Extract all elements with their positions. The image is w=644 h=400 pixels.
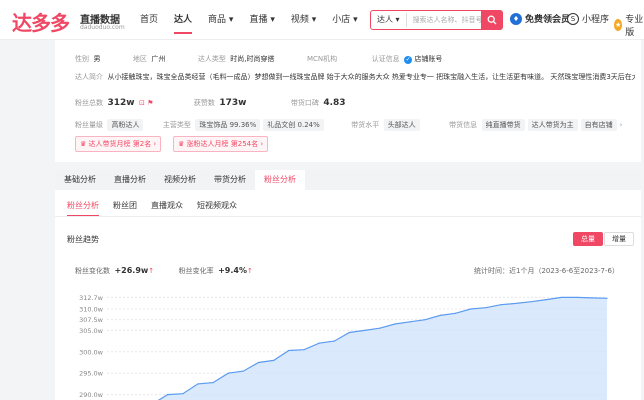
nav-item-video[interactable]: 视频 ▾: [283, 0, 324, 40]
data-point[interactable]: [318, 342, 320, 344]
tab-basic[interactable]: 基础分析: [55, 170, 105, 190]
stat-period: 统计时间：近1个月（2023-6-6至2023-7-6）: [473, 267, 619, 275]
data-point[interactable]: [394, 323, 396, 325]
data-point[interactable]: [500, 304, 502, 306]
subtab-live-audience[interactable]: 直播观众: [151, 200, 183, 217]
y-tick-label: 312.7w: [79, 294, 104, 302]
profile-intro-row: 达人简介 从小接触珠宝，珠宝全品类经营（毛料一成品）梦想做到一线珠宝品牌 始于大…: [75, 73, 635, 81]
main-nav: 首页 达人 商品 ▾ 直播 ▾ 视频 ▾ 小店 ▾ 品牌 ▾: [132, 0, 407, 40]
data-point[interactable]: [545, 298, 547, 301]
logo-url: daduoduo.com: [80, 24, 125, 31]
fans-trend-chart[interactable]: 312.7w 310.0w 307.5w 305.0w 300.0w 295.0w 290.…: [55, 282, 641, 400]
data-point[interactable]: [485, 307, 487, 309]
arrow-up-icon: ↑: [148, 267, 155, 275]
profile-tags-row: 粉丝量级 高粉达人 主营类型 珠宝饰品 99.36% 礼品文创 0.24% 带货水…: [75, 119, 623, 131]
nav-item-goods[interactable]: 商品 ▾: [200, 0, 241, 40]
tab-fans[interactable]: 粉丝分析: [255, 170, 305, 190]
data-point[interactable]: [379, 327, 381, 329]
logo[interactable]: 达多多: [12, 7, 70, 36]
nav-item-live[interactable]: 直播 ▾: [241, 0, 282, 40]
rank-badge-goods[interactable]: ♛ 达人带货月榜 第2名 ›: [75, 136, 162, 152]
data-point[interactable]: [454, 312, 457, 314]
data-point[interactable]: [288, 349, 290, 352]
data-point[interactable]: [530, 301, 532, 303]
data-point[interactable]: [182, 393, 184, 395]
data-point[interactable]: [591, 297, 593, 299]
toggle-total-button[interactable]: 总量: [573, 232, 603, 246]
data-point[interactable]: [470, 308, 472, 310]
analysis-tabs: 基础分析 直播分析 视频分析 带货分析 粉丝分析: [55, 170, 641, 190]
data-point[interactable]: [197, 383, 199, 385]
mini-program-icon: S: [567, 12, 579, 25]
fans-trend-title: 粉丝趋势: [67, 235, 99, 244]
divider: [55, 216, 641, 217]
y-tick-label: 310.0w: [79, 305, 104, 313]
crown-icon: ♛: [80, 140, 87, 148]
gift-icon: ♦: [510, 12, 522, 25]
data-point[interactable]: [424, 319, 426, 321]
nav-item-shop[interactable]: 小店 ▾: [324, 0, 365, 40]
data-point[interactable]: [273, 359, 275, 361]
flag-icon[interactable]: ⚑: [147, 99, 153, 107]
subtab-video-audience[interactable]: 短视频观众: [197, 200, 237, 217]
y-tick-label: 290.0w: [79, 391, 104, 399]
data-point[interactable]: [576, 296, 578, 299]
data-point[interactable]: [606, 297, 608, 299]
data-point[interactable]: [560, 296, 563, 299]
y-tick-label: 307.5w: [79, 316, 104, 324]
data-point[interactable]: [303, 349, 305, 351]
data-point[interactable]: [212, 382, 214, 384]
data-point[interactable]: [242, 370, 244, 372]
y-tick-label: 300.0w: [79, 348, 104, 356]
tab-goods[interactable]: 带货分析: [205, 170, 255, 190]
pro-icon: ★: [614, 19, 623, 31]
toggle-increment-button[interactable]: 增量: [604, 232, 634, 246]
tab-live[interactable]: 直播分析: [105, 170, 155, 190]
data-point[interactable]: [515, 302, 517, 305]
chart-icon[interactable]: ⊡: [137, 99, 145, 107]
verified-icon: ✓: [404, 56, 413, 64]
tab-video[interactable]: 视频分析: [155, 170, 205, 190]
data-point[interactable]: [363, 329, 366, 331]
talent-profile-card: 性别 男 地区 广州 达人类型 时尚,时尚穿搭 MCN机构 认证信息 ✓ 店铺账…: [55, 40, 641, 162]
free-vip-link[interactable]: ♦ 免费领会员: [510, 12, 570, 25]
data-point[interactable]: [257, 361, 260, 364]
analysis-panel: 基础分析 直播分析 视频分析 带货分析 粉丝分析 粉丝分析 粉丝团 直播观众 短…: [55, 170, 641, 400]
data-point[interactable]: [333, 340, 335, 342]
subtab-fans-analysis[interactable]: 粉丝分析: [67, 200, 99, 217]
series-area: [158, 297, 607, 400]
nav-item-talent[interactable]: 达人: [166, 0, 200, 40]
y-tick-label: 295.0w: [79, 370, 104, 378]
profile-basic-row: 性别 男 地区 广州 达人类型 时尚,时尚穿搭 MCN机构 认证信息 ✓ 店铺账…: [75, 55, 443, 64]
data-point[interactable]: [409, 321, 411, 323]
nav-item-home[interactable]: 首页: [132, 0, 166, 40]
fans-subtabs: 粉丝分析 粉丝团 直播观众 短视频观众: [67, 200, 237, 217]
top-bar: 达多多 直播数据 daduoduo.com 首页 达人 商品 ▾ 直播 ▾ 视频…: [0, 0, 644, 40]
data-point[interactable]: [348, 331, 351, 334]
search-button[interactable]: [481, 10, 503, 30]
fans-change-stats: 粉丝变化数 +26.9w↑ 粉丝变化率 +9.4%↑: [75, 266, 253, 275]
mini-program-link[interactable]: S 小程序: [567, 12, 609, 25]
search-type-select[interactable]: 达人 ▾: [371, 13, 407, 27]
data-point[interactable]: [439, 314, 441, 317]
rank-badge-fans[interactable]: ♛ 涨粉达人月榜 第254名 ›: [173, 136, 269, 152]
subtab-fans-group[interactable]: 粉丝团: [113, 200, 137, 217]
data-point[interactable]: [227, 372, 229, 374]
search-icon: [487, 15, 497, 25]
arrow-up-icon: ↑: [246, 267, 253, 275]
y-tick-label: 305.0w: [79, 327, 104, 335]
pro-link[interactable]: ★ 专业版: [614, 12, 644, 38]
profile-stats-row: 粉丝总数 312w ⊡ ⚑ 获赞数 173w 带货口碑 4.83: [75, 98, 346, 108]
data-point[interactable]: [167, 393, 169, 396]
crown-icon: ♛: [178, 140, 185, 148]
